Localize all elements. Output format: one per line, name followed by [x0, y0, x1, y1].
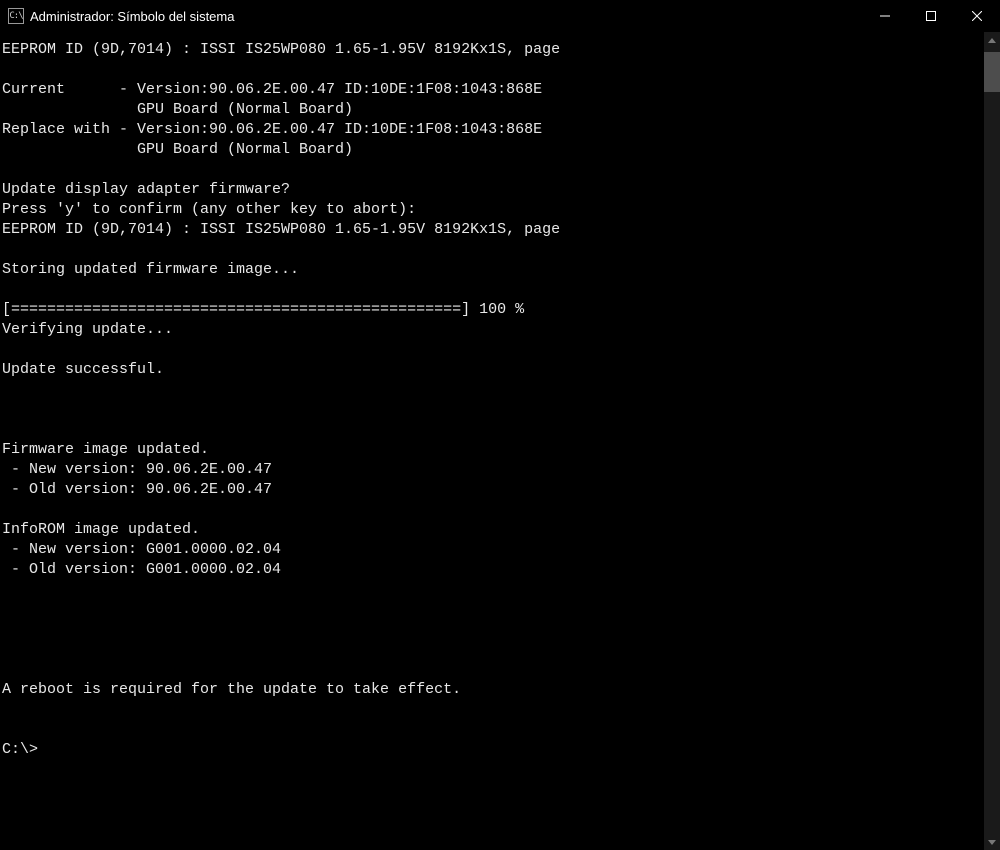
close-button[interactable]	[954, 0, 1000, 32]
console-line	[2, 380, 984, 400]
console-line	[2, 500, 984, 520]
console-line	[2, 60, 984, 80]
console-line	[2, 720, 984, 740]
console-line: Storing updated firmware image...	[2, 260, 984, 280]
console-line: - Old version: 90.06.2E.00.47	[2, 480, 984, 500]
scroll-up-arrow-icon[interactable]	[984, 32, 1000, 48]
console-line	[2, 640, 984, 660]
console-line: InfoROM image updated.	[2, 520, 984, 540]
cmd-icon: C:\	[8, 8, 24, 24]
console-line: - Old version: G001.0000.02.04	[2, 560, 984, 580]
console-line: Update successful.	[2, 360, 984, 380]
window-controls	[862, 0, 1000, 32]
console-line	[2, 240, 984, 260]
minimize-button[interactable]	[862, 0, 908, 32]
console-line: GPU Board (Normal Board)	[2, 100, 984, 120]
console-line	[2, 340, 984, 360]
console-line: GPU Board (Normal Board)	[2, 140, 984, 160]
console-line: Verifying update...	[2, 320, 984, 340]
console-line	[2, 160, 984, 180]
console-line	[2, 280, 984, 300]
console-line: EEPROM ID (9D,7014) : ISSI IS25WP080 1.6…	[2, 220, 984, 240]
console-line: C:\>	[2, 740, 984, 760]
console-line: Firmware image updated.	[2, 440, 984, 460]
console-line	[2, 600, 984, 620]
window-titlebar[interactable]: C:\ Administrador: Símbolo del sistema	[0, 0, 1000, 32]
console-line: Press 'y' to confirm (any other key to a…	[2, 200, 984, 220]
console-line	[2, 400, 984, 420]
console-line	[2, 620, 984, 640]
console-line	[2, 420, 984, 440]
console-output[interactable]: EEPROM ID (9D,7014) : ISSI IS25WP080 1.6…	[0, 32, 984, 850]
scrollbar-thumb[interactable]	[984, 52, 1000, 92]
console-line: Update display adapter firmware?	[2, 180, 984, 200]
console-line: A reboot is required for the update to t…	[2, 680, 984, 700]
console-line: [=======================================…	[2, 300, 984, 320]
console-line	[2, 580, 984, 600]
console-line: - New version: G001.0000.02.04	[2, 540, 984, 560]
scroll-down-arrow-icon[interactable]	[984, 834, 1000, 850]
maximize-button[interactable]	[908, 0, 954, 32]
titlebar-left: C:\ Administrador: Símbolo del sistema	[8, 8, 234, 24]
console-line	[2, 700, 984, 720]
window-title: Administrador: Símbolo del sistema	[30, 9, 234, 24]
console-line: - New version: 90.06.2E.00.47	[2, 460, 984, 480]
vertical-scrollbar[interactable]	[984, 32, 1000, 850]
console-line: Current - Version:90.06.2E.00.47 ID:10DE…	[2, 80, 984, 100]
console-line	[2, 660, 984, 680]
console-line: EEPROM ID (9D,7014) : ISSI IS25WP080 1.6…	[2, 40, 984, 60]
console-line: Replace with - Version:90.06.2E.00.47 ID…	[2, 120, 984, 140]
